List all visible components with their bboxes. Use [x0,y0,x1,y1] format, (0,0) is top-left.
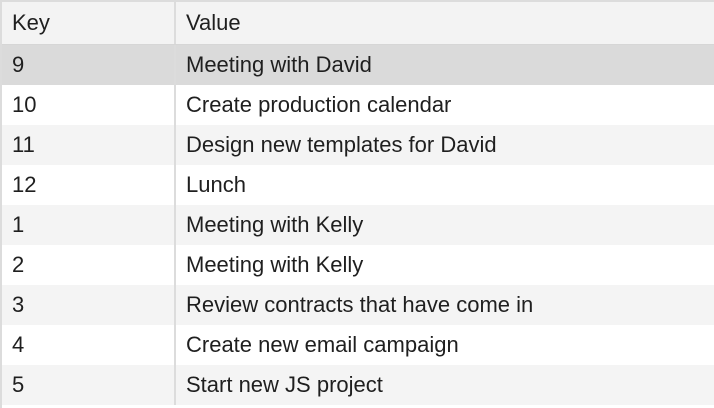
row-value-cell: Meeting with Kelly [186,212,364,237]
table-row[interactable]: 5 Start new JS project [2,365,714,405]
table-row[interactable]: 12 Lunch [2,165,714,205]
table-row[interactable]: 4 Create new email campaign [2,325,714,365]
row-value-cell: Meeting with Kelly [186,252,364,277]
table-body: 9 Meeting with David 10 Create production c… [2,45,714,405]
row-value-cell: Design new templates for David [186,132,497,157]
column-header-value[interactable]: Value [176,2,714,44]
row-value-cell: Start new JS project [186,372,383,397]
row-value-cell: Create production calendar [186,92,452,117]
table-row[interactable]: 11 Design new templates for David [2,125,714,165]
row-key-cell: 11 [2,125,176,165]
table-row[interactable]: 9 Meeting with David [2,45,714,85]
row-value-cell: Lunch [186,172,246,197]
row-value-cell: Review contracts that have come in [186,292,534,317]
table-header: Key Value [2,2,714,45]
column-header-key[interactable]: Key [2,2,176,44]
row-value-cell: Meeting with David [186,52,372,77]
row-key-cell: 3 [2,285,176,325]
row-key-cell: 1 [2,205,176,245]
row-key-cell: 10 [2,85,176,125]
row-key-cell: 2 [2,245,176,285]
row-key-cell: 4 [2,325,176,365]
table-row[interactable]: 3 Review contracts that have come in [2,285,714,325]
table-row[interactable]: 2 Meeting with Kelly [2,245,714,285]
row-value-cell: Create new email campaign [186,332,459,357]
row-key-cell: 5 [2,365,176,405]
row-key-cell: 12 [2,165,176,205]
table-row[interactable]: 10 Create production calendar [2,85,714,125]
row-key-cell: 9 [2,45,176,85]
table-row[interactable]: 1 Meeting with Kelly [2,205,714,245]
key-value-table: Key Value 9 Meeting with David 10 Create pr… [0,0,714,408]
